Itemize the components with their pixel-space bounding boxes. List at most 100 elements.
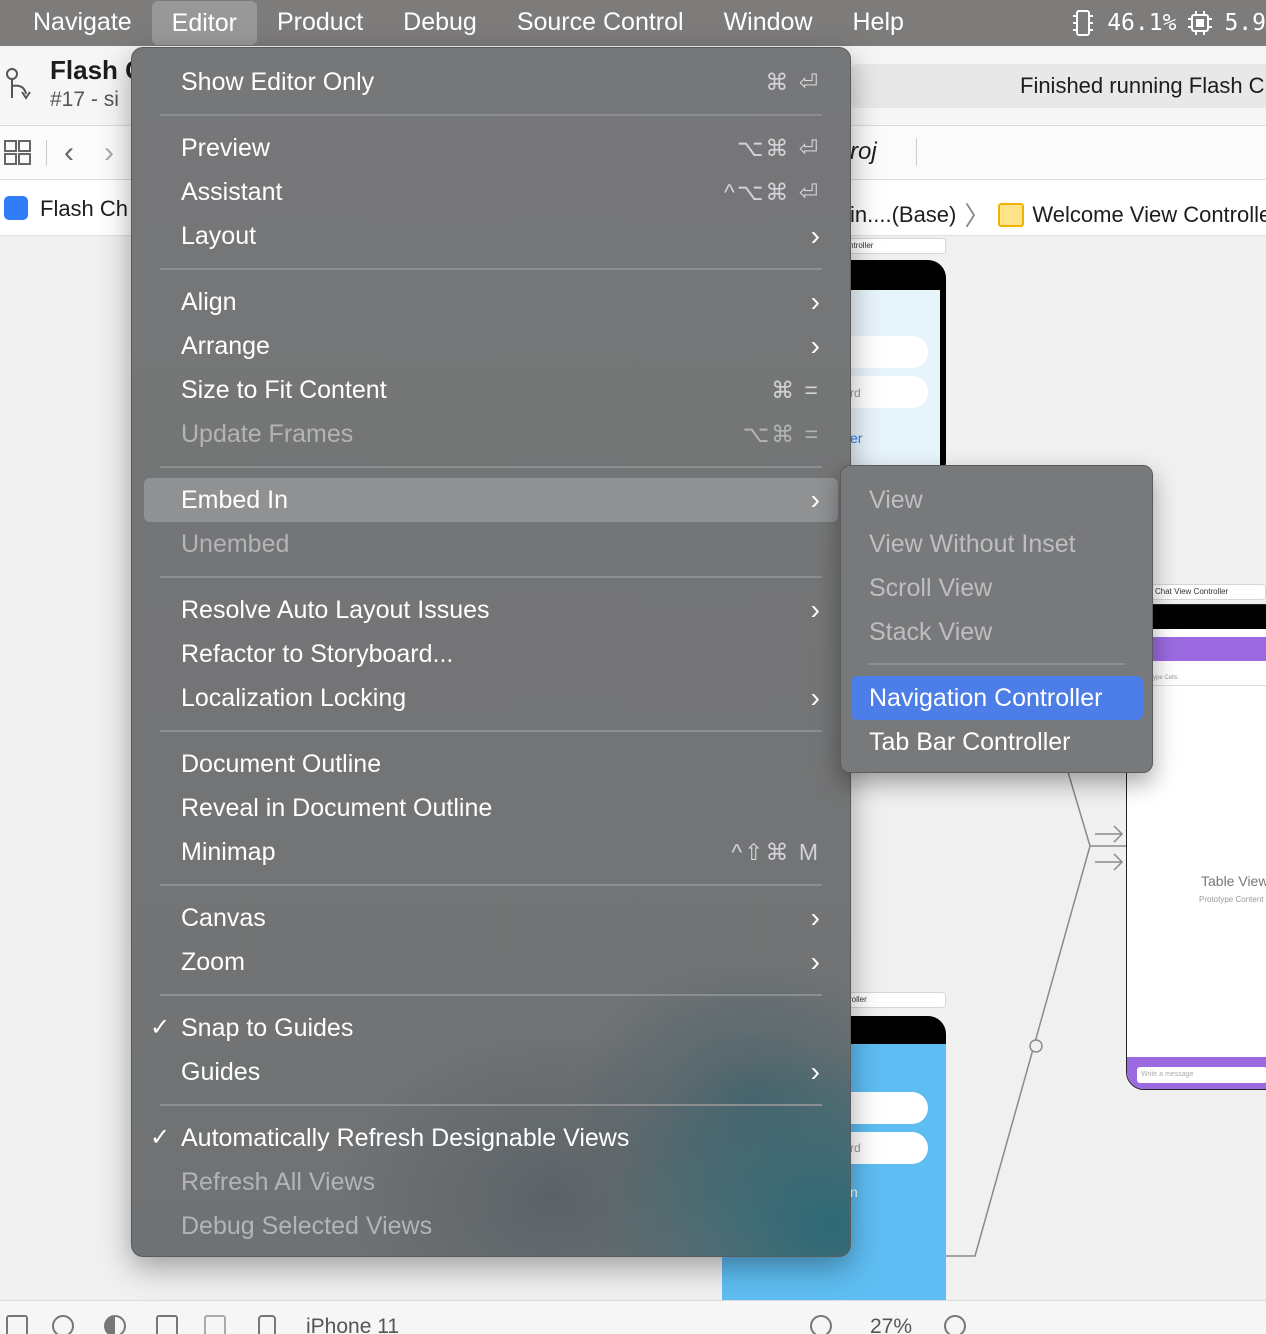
menu-item-label: Zoom	[181, 948, 245, 976]
chevron-right-icon: ›	[810, 220, 820, 251]
breadcrumb-scene[interactable]: Welcome View Controller	[1032, 202, 1266, 228]
menu-debug[interactable]: Debug	[383, 0, 497, 46]
document-outline-icon[interactable]	[6, 1315, 28, 1334]
keyboard-shortcut: ⌘ =	[771, 377, 820, 403]
menu-item-label: Refresh All Views	[181, 1168, 376, 1196]
submenu-item-stack-view: Stack View	[869, 618, 993, 646]
menu-item-canvas[interactable]: Canvas ›	[144, 896, 838, 940]
menu-item-size-to-fit-content[interactable]: Size to Fit Content ⌘ =	[144, 368, 838, 412]
chevron-right-icon: ›	[810, 330, 820, 361]
menu-item-show-editor-only[interactable]: Show Editor Only ⌘ ⏎	[144, 60, 838, 104]
editor-tab[interactable]: roj	[850, 138, 877, 166]
menu-item-label: Update Frames	[181, 420, 354, 448]
activity-status: Finished running Flash C	[850, 64, 1266, 108]
menu-editor[interactable]: Editor	[151, 1, 257, 45]
project-build: #17 - si	[50, 88, 119, 111]
menu-item-label: Minimap	[181, 838, 276, 866]
memory-chip-icon	[1073, 10, 1094, 36]
menu-item-label: Canvas	[181, 904, 266, 932]
scene-label[interactable]: roller	[846, 992, 946, 1008]
menu-item-align[interactable]: Align ›	[144, 280, 838, 324]
menu-item-debug-selected-views: Debug Selected Views	[144, 1204, 838, 1248]
orientation-icon[interactable]	[156, 1315, 178, 1334]
breadcrumb-storyboard[interactable]: in....(Base)	[850, 202, 956, 228]
keyboard-shortcut: ⌥⌘ ⏎	[736, 135, 820, 161]
scene-label[interactable]: ntroller	[846, 238, 946, 254]
source-branch-icon[interactable]	[4, 66, 36, 102]
link-text: n	[850, 1184, 858, 1200]
menu-item-unembed: Unembed	[144, 522, 838, 566]
embed-in-submenu: View View Without Inset Scroll View Stack V…	[840, 465, 1153, 773]
related-items-grid-icon[interactable]	[4, 140, 32, 166]
mem-stat: 5.9	[1224, 10, 1266, 36]
size-class-icon[interactable]	[204, 1315, 226, 1334]
scene-label[interactable]: Chat View Controller	[1152, 584, 1266, 600]
menu-item-refactor-to-storyboard[interactable]: Refactor to Storyboard...	[144, 632, 838, 676]
chevron-right-icon: ›	[810, 1056, 820, 1087]
menu-item-label: Preview	[181, 134, 270, 162]
chevron-right-icon: ›	[810, 594, 820, 625]
cpu-chip-icon	[1188, 11, 1213, 35]
menu-bar: Navigate Editor Product Debug Source Con…	[0, 0, 1266, 46]
accessibility-icon[interactable]	[52, 1315, 74, 1334]
menu-item-reveal-in-document-outline[interactable]: Reveal in Document Outline	[144, 786, 838, 830]
menu-window[interactable]: Window	[704, 0, 833, 46]
menu-item-resolve-auto-layout-issues[interactable]: Resolve Auto Layout Issues ›	[144, 588, 838, 632]
view-controller-icon	[998, 202, 1025, 227]
chevron-right-icon: ›	[810, 682, 820, 713]
menu-item-zoom[interactable]: Zoom ›	[144, 940, 838, 984]
menu-navigate[interactable]: Navigate	[0, 0, 152, 46]
menu-item-label: Show Editor Only	[181, 68, 375, 96]
menu-item-preview[interactable]: Preview ⌥⌘ ⏎	[144, 126, 838, 170]
app-store-icon	[4, 196, 28, 220]
jump-bar-project[interactable]: Flash Ch	[40, 196, 128, 222]
menu-item-label: Arrange	[181, 332, 270, 360]
submenu-item-view-without-inset: View Without Inset	[869, 530, 1076, 558]
device-selector[interactable]: iPhone 11	[306, 1315, 399, 1334]
chevron-right-icon: ›	[810, 286, 820, 317]
zoom-in-icon[interactable]	[944, 1315, 966, 1334]
menu-item-automatically-refresh-designable-views[interactable]: ✓ Automatically Refresh Designable Views	[144, 1116, 838, 1160]
zoom-level: 27%	[870, 1315, 913, 1334]
field-hint: rd	[850, 1141, 861, 1155]
menu-separator	[160, 884, 822, 886]
table-view-label: Table View	[1201, 873, 1266, 889]
menu-item-label: Unembed	[181, 530, 290, 558]
keyboard-shortcut: ⌘ ⏎	[765, 69, 820, 95]
menu-item-embed-in[interactable]: Embed In ›	[144, 478, 838, 522]
chevron-right-icon[interactable]: ›	[104, 136, 114, 170]
menu-separator	[160, 576, 822, 578]
menu-help[interactable]: Help	[833, 0, 924, 46]
device-icon[interactable]	[258, 1315, 276, 1334]
submenu-item-navigation-controller[interactable]: Navigation Controller	[851, 676, 1143, 720]
menu-item-guides[interactable]: Guides ›	[144, 1050, 838, 1094]
menu-item-document-outline[interactable]: Document Outline	[144, 742, 838, 786]
menu-item-label: Debug Selected Views	[181, 1212, 433, 1240]
menu-separator	[160, 730, 822, 732]
tab-divider	[916, 138, 917, 166]
menu-item-assistant[interactable]: Assistant ^⌥⌘ ⏎	[144, 170, 838, 214]
menu-separator	[160, 994, 822, 996]
submenu-item-tab-bar-controller[interactable]: Tab Bar Controller	[851, 720, 1143, 764]
appearance-icon[interactable]	[104, 1315, 126, 1334]
field-hint: rd	[850, 386, 861, 400]
menu-source-control[interactable]: Source Control	[497, 0, 704, 46]
menu-item-layout[interactable]: Layout ›	[144, 214, 838, 258]
menu-item-minimap[interactable]: Minimap ^⇧⌘ M	[144, 830, 838, 874]
project-name[interactable]: Flash C	[50, 55, 144, 86]
menu-item-arrange[interactable]: Arrange ›	[144, 324, 838, 368]
menu-item-label: Layout	[181, 222, 257, 250]
zoom-out-icon[interactable]	[810, 1315, 832, 1334]
menu-item-label: Guides	[181, 1058, 261, 1086]
menu-separator	[160, 114, 822, 116]
menu-item-label: Reveal in Document Outline	[181, 794, 493, 822]
chevron-left-icon[interactable]: ‹	[64, 136, 74, 170]
checkmark-icon: ✓	[150, 1124, 171, 1151]
breadcrumb: in....(Base) 〉 Welcome View Controller	[850, 196, 1266, 233]
menu-item-localization-locking[interactable]: Localization Locking ›	[144, 676, 838, 720]
menu-item-label: Embed In	[181, 486, 289, 514]
prototype-cells-label: ype Cells	[1153, 675, 1178, 681]
menu-item-snap-to-guides[interactable]: ✓ Snap to Guides	[144, 1006, 838, 1050]
menu-item-label: Localization Locking	[181, 684, 407, 712]
menu-product[interactable]: Product	[257, 0, 383, 46]
